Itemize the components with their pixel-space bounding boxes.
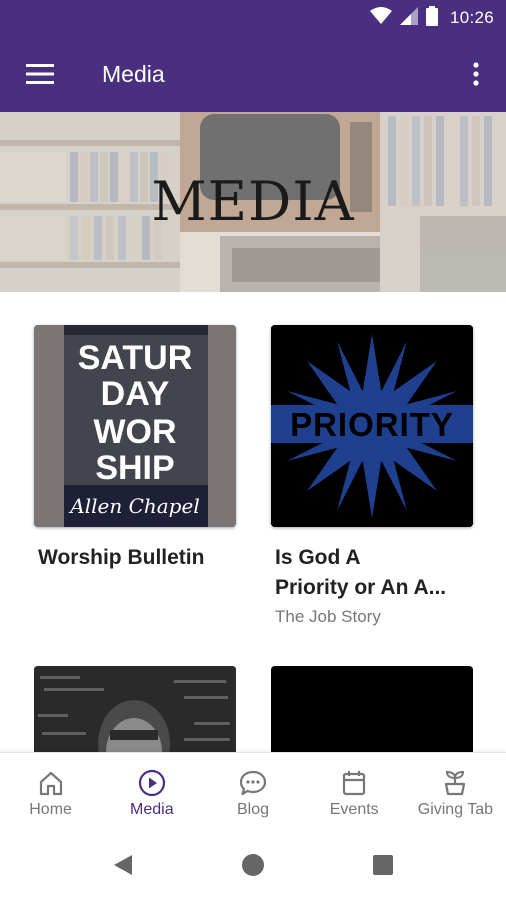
mlk-thumbnail	[34, 666, 236, 752]
media-card-worship-bulletin[interactable]: SATUR DAY WOR SHIP Allen Chapel Worship …	[34, 325, 236, 585]
nav-events[interactable]: Events	[304, 753, 405, 830]
hamburger-menu-button[interactable]	[0, 36, 80, 112]
card-subtitle: The Job Story	[275, 607, 381, 626]
back-triangle-icon	[114, 855, 132, 875]
app-bar: Media	[0, 36, 506, 112]
thumb-line-4: SHIP	[95, 449, 174, 487]
battery-icon	[425, 5, 438, 31]
media-card-is-god-a-priority[interactable]: PRIORITY Is God A Priority or An A... Th…	[271, 325, 473, 635]
cell-signal-icon	[399, 6, 418, 30]
calendar-icon	[343, 771, 366, 796]
card-title: Worship Bulletin	[38, 546, 205, 569]
priority-thumbnail: PRIORITY	[271, 325, 473, 527]
play-circle-icon	[138, 769, 165, 797]
home-icon	[39, 771, 62, 796]
more-vert-icon	[473, 62, 479, 86]
nav-blog[interactable]: Blog	[202, 753, 303, 830]
page-title: Media	[102, 60, 165, 87]
chat-bubble-icon	[239, 770, 267, 796]
card-title-line-1: Is God A	[275, 546, 361, 569]
black-thumbnail	[271, 666, 473, 752]
media-card-3[interactable]	[34, 666, 236, 752]
media-card-4[interactable]	[271, 666, 473, 752]
nav-blog-label: Blog	[236, 801, 270, 818]
thumb-line-3: WOR	[93, 413, 176, 451]
nav-media-label: Media	[130, 801, 174, 818]
system-recents-button[interactable]	[363, 845, 403, 885]
banner-title: MEDIA	[151, 170, 355, 233]
nav-giving-tab-label: Giving Tab	[417, 801, 494, 818]
worship-bulletin-thumbnail: SATUR DAY WOR SHIP Allen Chapel	[34, 325, 236, 527]
status-bar: 10:26	[0, 0, 506, 36]
system-home-button[interactable]	[233, 845, 273, 885]
nav-giving-tab[interactable]: Giving Tab	[405, 753, 506, 830]
mlk-word-cloud-artwork	[34, 666, 236, 752]
priority-sunburst-artwork: PRIORITY	[271, 325, 473, 527]
app-screen: 10:26 Media MEDIA SATUR DAY WOR SHIP All…	[0, 0, 506, 900]
home-circle-icon	[242, 854, 264, 876]
nav-home[interactable]: Home	[0, 753, 101, 830]
recents-square-icon	[373, 855, 393, 875]
media-banner: MEDIA	[0, 112, 506, 292]
thumb-line-2: DAY	[101, 375, 170, 413]
wifi-icon	[369, 6, 392, 30]
hamburger-icon	[26, 64, 54, 84]
nav-events-label: Events	[329, 801, 379, 818]
system-navigation-bar	[0, 830, 506, 900]
bottom-navigation: Home Media Blog Events Giving Tab	[0, 752, 506, 830]
saturday-worship-artwork: SATUR DAY WOR SHIP Allen Chapel	[34, 325, 236, 527]
card-title-line-2: Priority or An A...	[275, 576, 447, 599]
nav-media[interactable]: Media	[101, 753, 202, 830]
thumb-priority-word: PRIORITY	[290, 406, 454, 443]
thumb-line-1: SATUR	[78, 339, 193, 377]
status-time: 10:26	[449, 8, 494, 27]
system-back-button[interactable]	[103, 845, 143, 885]
overflow-menu-button[interactable]	[446, 36, 506, 112]
thumb-script: Allen Chapel	[68, 494, 199, 518]
plant-pot-icon	[445, 770, 466, 796]
nav-home-label: Home	[29, 801, 72, 818]
